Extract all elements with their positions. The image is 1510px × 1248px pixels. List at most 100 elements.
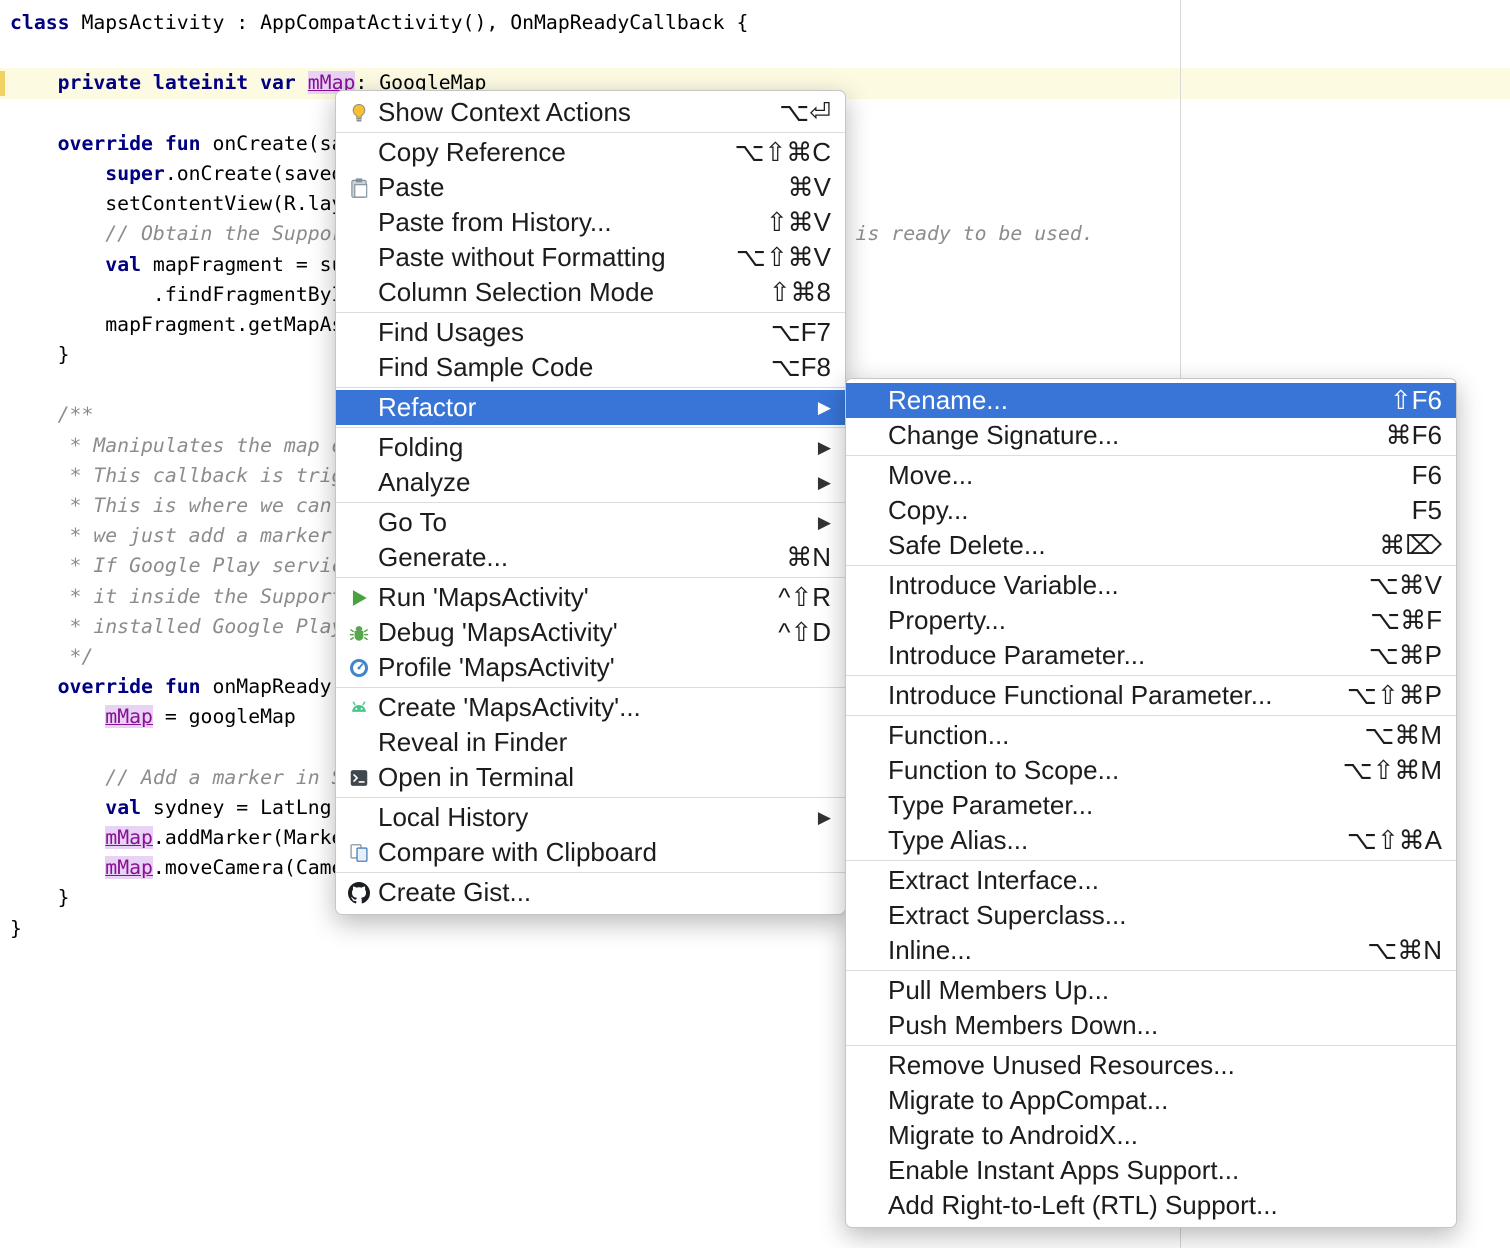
- menu-item-label: Copy...: [888, 495, 1384, 526]
- menu-item-safe-delete[interactable]: Safe Delete...⌘⌦: [846, 528, 1456, 563]
- menu-item-introduce-functional-parameter[interactable]: Introduce Functional Parameter...⌥⇧⌘P: [846, 678, 1456, 713]
- menu-item-run-mapsactivity[interactable]: Run 'MapsActivity'^⇧R: [336, 580, 845, 615]
- menu-item-label: Remove Unused Resources...: [888, 1050, 1442, 1081]
- menu-item-label: Run 'MapsActivity': [378, 582, 750, 613]
- menu-icon-empty: [856, 759, 882, 783]
- menu-icon-empty: [856, 424, 882, 448]
- terminal-icon: [346, 766, 372, 790]
- menu-icon-empty: [346, 396, 372, 420]
- menu-item-profile-mapsactivity[interactable]: Profile 'MapsActivity': [336, 650, 845, 685]
- code-token: }: [10, 886, 70, 909]
- menu-item-enable-instant-apps-support[interactable]: Enable Instant Apps Support...: [846, 1153, 1456, 1188]
- menu-icon-empty: [856, 724, 882, 748]
- menu-item-inline[interactable]: Inline... ⌥⌘N: [846, 933, 1456, 968]
- menu-item-label: Paste: [378, 172, 760, 203]
- code-token: [10, 132, 58, 155]
- menu-item-show-context-actions[interactable]: Show Context Actions⌥⏎: [336, 95, 845, 130]
- code-token: val: [105, 253, 141, 276]
- menu-item-refactor[interactable]: Refactor▶: [336, 390, 845, 425]
- menu-item-label: Extract Interface...: [888, 865, 1442, 896]
- paste-icon: [346, 176, 372, 200]
- menu-item-add-right-to-left-rtl-support[interactable]: Add Right-to-Left (RTL) Support...: [846, 1188, 1456, 1223]
- menu-item-copy[interactable]: Copy...F5: [846, 493, 1456, 528]
- menu-item-local-history[interactable]: Local History▶: [336, 800, 845, 835]
- menu-icon-empty: [856, 869, 882, 893]
- code-token: [296, 71, 308, 94]
- menu-icon-empty: [856, 499, 882, 523]
- menu-item-label: Enable Instant Apps Support...: [888, 1155, 1442, 1186]
- menu-item-label: Local History: [378, 802, 790, 833]
- menu-item-migrate-to-appcompat[interactable]: Migrate to AppCompat...: [846, 1083, 1456, 1118]
- menu-item-debug-mapsactivity[interactable]: Debug 'MapsActivity'^⇧D: [336, 615, 845, 650]
- menu-item-label: Move...: [888, 460, 1384, 491]
- menu-shortcut: ⌘N: [786, 542, 831, 573]
- menu-item-generate[interactable]: Generate... ⌘N: [336, 540, 845, 575]
- menu-item-open-in-terminal[interactable]: Open in Terminal: [336, 760, 845, 795]
- menu-item-type-alias[interactable]: Type Alias...⌥⇧⌘A: [846, 823, 1456, 858]
- menu-item-property[interactable]: Property...⌥⌘F: [846, 603, 1456, 638]
- menu-separator: [846, 1045, 1456, 1046]
- menu-item-compare-with-clipboard[interactable]: Compare with Clipboard: [336, 835, 845, 870]
- menu-icon-empty: [856, 609, 882, 633]
- menu-icon-empty: [856, 684, 882, 708]
- menu-item-remove-unused-resources[interactable]: Remove Unused Resources...: [846, 1048, 1456, 1083]
- menu-item-find-sample-code[interactable]: Find Sample Code⌥F8: [336, 350, 845, 385]
- menu-separator: [846, 675, 1456, 676]
- menu-item-push-members-down[interactable]: Push Members Down...: [846, 1008, 1456, 1043]
- code-token: [10, 253, 105, 276]
- menu-icon-empty: [856, 1159, 882, 1183]
- menu-shortcut: ⇧F6: [1390, 385, 1442, 416]
- menu-item-paste-from-history[interactable]: Paste from History...⇧⌘V: [336, 205, 845, 240]
- menu-shortcut: ⌥⌘N: [1367, 935, 1442, 966]
- menu-item-copy-reference[interactable]: Copy Reference⌥⇧⌘C: [336, 135, 845, 170]
- menu-item-folding[interactable]: Folding▶: [336, 430, 845, 465]
- menu-icon-empty: [856, 829, 882, 853]
- menu-item-create-gist[interactable]: Create Gist...: [336, 875, 845, 910]
- menu-item-label: Function...: [888, 720, 1336, 751]
- menu-item-type-parameter[interactable]: Type Parameter...: [846, 788, 1456, 823]
- menu-item-label: Pull Members Up...: [888, 975, 1442, 1006]
- menu-item-create-mapsactivity[interactable]: Create 'MapsActivity'...: [336, 690, 845, 725]
- code-token: [10, 705, 105, 728]
- menu-item-extract-superclass[interactable]: Extract Superclass...: [846, 898, 1456, 933]
- menu-item-label: Generate...: [378, 542, 758, 573]
- menu-item-rename[interactable]: Rename... ⇧F6: [846, 383, 1456, 418]
- menu-icon-empty: [856, 939, 882, 963]
- menu-item-analyze[interactable]: Analyze▶: [336, 465, 845, 500]
- menu-item-migrate-to-androidx[interactable]: Migrate to AndroidX...: [846, 1118, 1456, 1153]
- menu-icon-empty: [856, 464, 882, 488]
- menu-item-label: Type Alias...: [888, 825, 1319, 856]
- submenu-arrow-icon: ▶: [818, 438, 831, 458]
- menu-shortcut: ⌥⌘P: [1369, 640, 1442, 671]
- menu-item-pull-members-up[interactable]: Pull Members Up...: [846, 973, 1456, 1008]
- menu-item-label: Rename...: [888, 385, 1362, 416]
- menu-item-paste-without-formatting[interactable]: Paste without Formatting⌥⇧⌘V: [336, 240, 845, 275]
- menu-item-label: Copy Reference: [378, 137, 706, 168]
- menu-item-label: Find Usages: [378, 317, 743, 348]
- menu-item-find-usages[interactable]: Find Usages⌥F7: [336, 315, 845, 350]
- menu-icon-empty: [856, 1089, 882, 1113]
- menu-item-label: Inline...: [888, 935, 1339, 966]
- menu-item-paste[interactable]: Paste⌘V: [336, 170, 845, 205]
- menu-shortcut: ⌥⌘F: [1370, 605, 1442, 636]
- menu-separator: [336, 872, 845, 873]
- menu-item-column-selection-mode[interactable]: Column Selection Mode⇧⌘8: [336, 275, 845, 310]
- code-line[interactable]: [0, 38, 1510, 68]
- menu-icon-empty: [856, 1054, 882, 1078]
- menu-separator: [336, 132, 845, 133]
- menu-item-move[interactable]: Move...F6: [846, 458, 1456, 493]
- code-token: [10, 856, 105, 879]
- menu-item-function[interactable]: Function...⌥⌘M: [846, 718, 1456, 753]
- menu-icon-empty: [346, 321, 372, 345]
- menu-separator: [336, 687, 845, 688]
- menu-item-go-to[interactable]: Go To▶: [336, 505, 845, 540]
- menu-item-introduce-variable[interactable]: Introduce Variable...⌥⌘V: [846, 568, 1456, 603]
- code-line[interactable]: class MapsActivity : AppCompatActivity()…: [0, 8, 1510, 38]
- menu-item-label: Debug 'MapsActivity': [378, 617, 750, 648]
- menu-item-function-to-scope[interactable]: Function to Scope...⌥⇧⌘M: [846, 753, 1456, 788]
- menu-icon-empty: [346, 471, 372, 495]
- menu-item-extract-interface[interactable]: Extract Interface...: [846, 863, 1456, 898]
- menu-item-change-signature[interactable]: Change Signature...⌘F6: [846, 418, 1456, 453]
- menu-item-reveal-in-finder[interactable]: Reveal in Finder: [336, 725, 845, 760]
- menu-item-introduce-parameter[interactable]: Introduce Parameter...⌥⌘P: [846, 638, 1456, 673]
